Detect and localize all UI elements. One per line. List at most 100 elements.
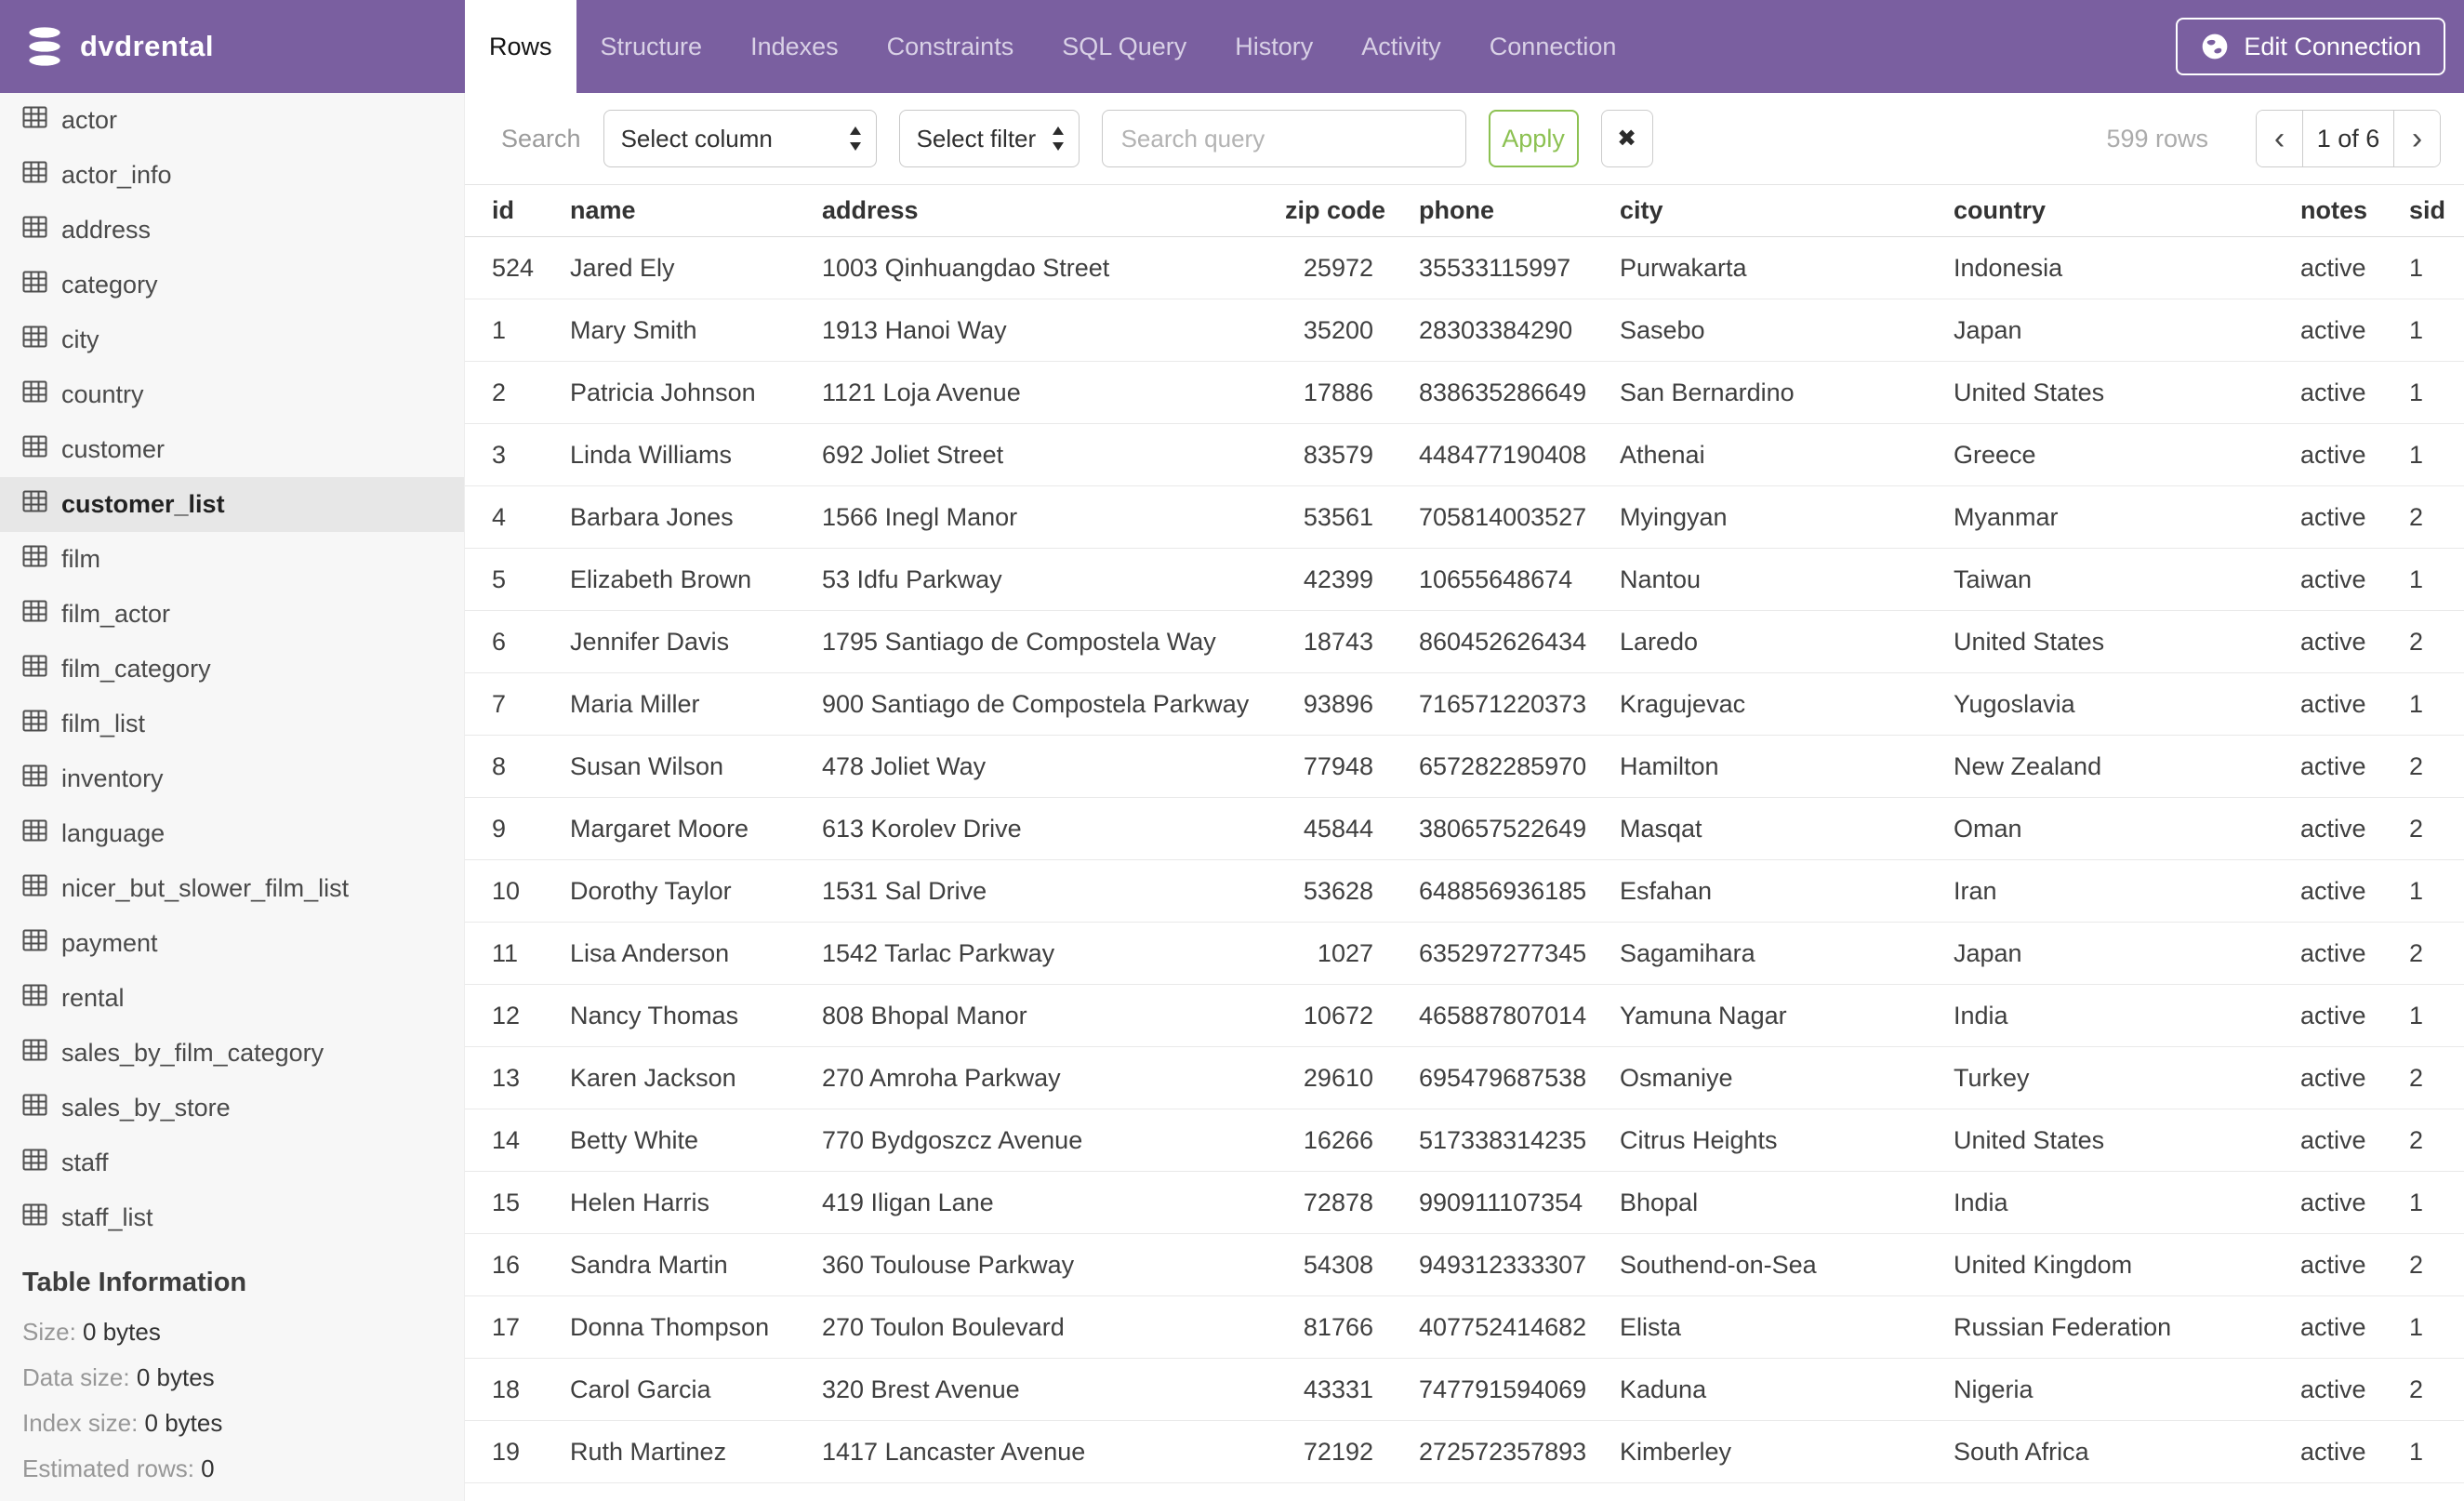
table-cell[interactable]: 1 [2409,236,2464,299]
search-query-input[interactable] [1101,110,1466,167]
table-cell[interactable]: United States [1954,610,2300,673]
table-cell[interactable]: 1 [2409,1295,2464,1359]
sidebar-item-city[interactable]: city [0,312,464,367]
table-cell[interactable]: Southend-on-Sea [1620,1233,1954,1296]
sidebar-item-language[interactable]: language [0,806,464,861]
table-cell[interactable]: active [2300,610,2409,673]
table-cell[interactable]: 2 [2409,1046,2464,1109]
table-cell[interactable]: Susan Wilson [570,735,822,798]
apply-button[interactable]: Apply [1488,110,1579,167]
table-cell[interactable]: Kragujevac [1620,672,1954,736]
sidebar-item-film_actor[interactable]: film_actor [0,587,464,642]
table-cell[interactable]: 770 Bydgoszcz Avenue [822,1109,1285,1172]
column-header-phone[interactable]: phone [1419,184,1620,237]
table-cell[interactable]: Patricia Johnson [570,361,822,424]
table-cell[interactable]: Bhopal [1620,1171,1954,1234]
table-cell[interactable]: Linda Williams [570,423,822,486]
table-cell[interactable]: 1 [2409,548,2464,611]
table-cell[interactable]: 1 [2409,672,2464,736]
table-cell[interactable]: active [2300,361,2409,424]
tab-structure[interactable]: Structure [576,0,727,93]
sidebar-item-nicer_but_slower_film_list[interactable]: nicer_but_slower_film_list [0,861,464,916]
table-cell[interactable]: Jared Ely [570,236,822,299]
table-cell[interactable]: 81766 [1285,1295,1419,1359]
table-cell[interactable]: active [2300,984,2409,1047]
table-cell[interactable]: 2 [2409,922,2464,985]
sidebar-item-staff_list[interactable]: staff_list [0,1190,464,1245]
table-cell[interactable]: 1121 Loja Avenue [822,361,1285,424]
table-cell[interactable]: Yamuna Nagar [1620,984,1954,1047]
table-cell[interactable]: 1 [465,299,570,362]
table-cell[interactable]: 2 [2409,1358,2464,1421]
table-cell[interactable]: 83579 [1285,423,1419,486]
table-cell[interactable]: active [2300,236,2409,299]
table-cell[interactable]: 695479687538 [1419,1046,1620,1109]
table-row[interactable]: 11 Lisa Anderson 1542 Tarlac Parkway 1027 63… [465,922,2464,985]
table-cell[interactable]: 320 Brest Avenue [822,1358,1285,1421]
table-cell[interactable]: 35533115997 [1419,236,1620,299]
table-cell[interactable]: 1795 Santiago de Compostela Way [822,610,1285,673]
table-row[interactable]: 17 Donna Thompson 270 Toulon Boulevard 8176… [465,1295,2464,1359]
tab-indexes[interactable]: Indexes [726,0,863,93]
table-cell[interactable]: 1 [2409,984,2464,1047]
table-cell[interactable]: Mary Smith [570,299,822,362]
table-cell[interactable]: Ruth Martinez [570,1420,822,1483]
table-cell[interactable]: 54308 [1285,1233,1419,1296]
table-row[interactable]: 15 Helen Harris 419 Iligan Lane 72878 990911… [465,1171,2464,1234]
table-cell[interactable]: United States [1954,1109,2300,1172]
sidebar-item-inventory[interactable]: inventory [0,751,464,806]
table-cell[interactable]: active [2300,1109,2409,1172]
table-cell[interactable]: 1531 Sal Drive [822,859,1285,923]
sidebar-item-rental[interactable]: rental [0,971,464,1026]
table-cell[interactable]: Dorothy Taylor [570,859,822,923]
table-cell[interactable]: Nantou [1620,548,1954,611]
edit-connection-button[interactable]: Edit Connection [2176,18,2445,75]
table-cell[interactable]: Kaduna [1620,1358,1954,1421]
table-cell[interactable]: 25972 [1285,236,1419,299]
table-cell[interactable]: 43331 [1285,1358,1419,1421]
sidebar-item-film_category[interactable]: film_category [0,642,464,697]
table-cell[interactable]: Athenai [1620,423,1954,486]
table-row[interactable]: 8 Susan Wilson 478 Joliet Way 77948 65728228… [465,735,2464,798]
table-cell[interactable]: New Zealand [1954,735,2300,798]
table-cell[interactable]: 6 [465,610,570,673]
table-cell[interactable]: 524 [465,236,570,299]
table-cell[interactable]: 72192 [1285,1420,1419,1483]
table-cell[interactable]: Margaret Moore [570,797,822,860]
table-cell[interactable]: 17886 [1285,361,1419,424]
table-cell[interactable]: active [2300,1420,2409,1483]
table-cell[interactable]: India [1954,1171,2300,1234]
table-cell[interactable]: 838635286649 [1419,361,1620,424]
table-cell[interactable]: 16266 [1285,1109,1419,1172]
table-cell[interactable]: 10 [465,859,570,923]
table-cell[interactable]: Yugoslavia [1954,672,2300,736]
table-row[interactable]: 1 Mary Smith 1913 Hanoi Way 35200 2830338429… [465,299,2464,362]
table-cell[interactable]: 419 Iligan Lane [822,1171,1285,1234]
table-cell[interactable]: Japan [1954,299,2300,362]
table-cell[interactable]: San Bernardino [1620,361,1954,424]
table-row[interactable]: 10 Dorothy Taylor 1531 Sal Drive 53628 64885… [465,859,2464,923]
table-cell[interactable]: active [2300,485,2409,549]
table-cell[interactable]: 860452626434 [1419,610,1620,673]
table-cell[interactable]: 72878 [1285,1171,1419,1234]
table-cell[interactable]: Myingyan [1620,485,1954,549]
table-cell[interactable]: 3 [465,423,570,486]
column-header-address[interactable]: address [822,184,1285,237]
table-cell[interactable]: 900 Santiago de Compostela Parkway [822,672,1285,736]
table-cell[interactable]: 448477190408 [1419,423,1620,486]
table-cell[interactable]: Barbara Jones [570,485,822,549]
table-cell[interactable]: 465887807014 [1419,984,1620,1047]
table-row[interactable]: 2 Patricia Johnson 1121 Loja Avenue 17886 83… [465,361,2464,424]
table-cell[interactable]: 478 Joliet Way [822,735,1285,798]
table-cell[interactable]: 13 [465,1046,570,1109]
table-cell[interactable]: Masqat [1620,797,1954,860]
table-cell[interactable]: 272572357893 [1419,1420,1620,1483]
tab-activity[interactable]: Activity [1337,0,1465,93]
table-row[interactable]: 9 Margaret Moore 613 Korolev Drive 45844 380… [465,797,2464,860]
table-cell[interactable]: Jennifer Davis [570,610,822,673]
table-cell[interactable]: active [2300,1171,2409,1234]
column-header-zip-code[interactable]: zip code [1285,184,1419,237]
table-cell[interactable]: 2 [465,361,570,424]
table-cell[interactable]: 7 [465,672,570,736]
table-cell[interactable]: 53561 [1285,485,1419,549]
